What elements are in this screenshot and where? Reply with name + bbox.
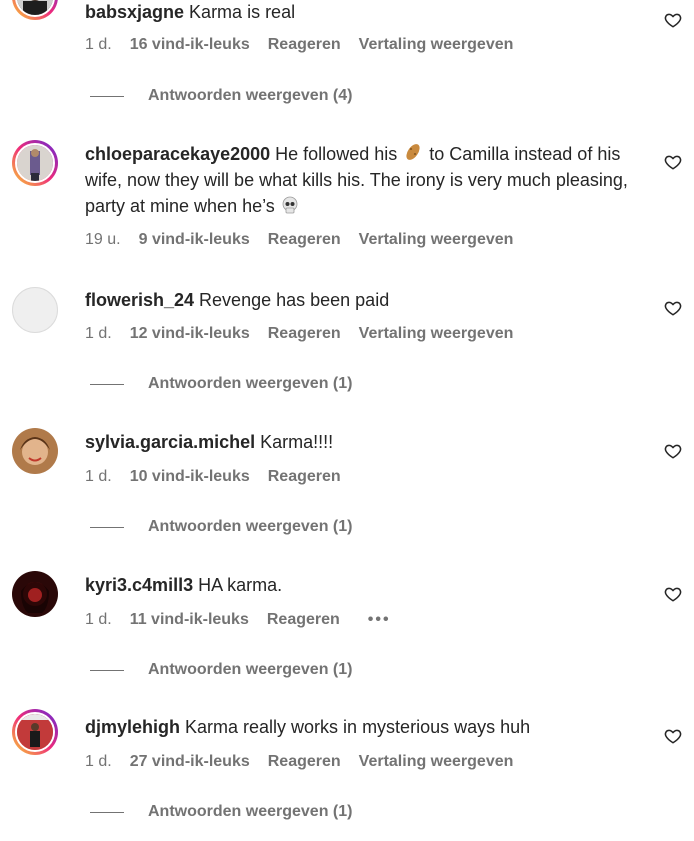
reply-button[interactable]: Reageren: [267, 611, 340, 629]
translate-button[interactable]: Vertaling weergeven: [359, 325, 514, 343]
replies-divider: [90, 811, 124, 813]
comment-time: 1 d.: [85, 611, 112, 628]
view-replies-label: Antwoorden weergeven (1): [148, 803, 353, 820]
avatar-photo: [17, 145, 53, 181]
comment-text: djmylehigh Karma really works in mysteri…: [85, 714, 645, 740]
avatar-photo: [12, 428, 58, 474]
avatar[interactable]: [12, 709, 58, 755]
avatar[interactable]: [12, 140, 58, 186]
likes-count[interactable]: 9 vind-ik-leuks: [139, 231, 250, 249]
comment-username[interactable]: flowerish_24: [85, 290, 194, 310]
comment-meta: 1 d. 10 vind-ik-leuks Reageren: [85, 468, 359, 486]
view-replies-label: Antwoorden weergeven (1): [148, 375, 353, 392]
avatar[interactable]: [12, 287, 58, 333]
likes-count[interactable]: 27 vind-ik-leuks: [130, 753, 250, 771]
reply-button[interactable]: Reageren: [268, 468, 341, 486]
comment-meta: 1 d. 27 vind-ik-leuks Reageren Vertaling…: [85, 753, 531, 771]
view-replies-button[interactable]: Antwoorden weergeven (1): [90, 803, 352, 821]
comment-body: Karma!!!!: [255, 432, 334, 452]
view-replies-button[interactable]: Antwoorden weergeven (1): [90, 375, 352, 393]
heart-outline-icon[interactable]: [664, 442, 682, 460]
comment-body: Revenge has been paid: [194, 290, 390, 310]
heart-outline-icon[interactable]: [664, 11, 682, 29]
comment-text: kyri3.c4mill3 HA karma.: [85, 572, 645, 598]
likes-count[interactable]: 11 vind-ik-leuks: [130, 611, 249, 629]
view-replies-label: Antwoorden weergeven (1): [148, 518, 353, 535]
replies-divider: [90, 95, 124, 97]
avatar[interactable]: [12, 571, 58, 617]
avatar-photo: [12, 571, 58, 617]
comment-text: flowerish_24 Revenge has been paid: [85, 287, 645, 313]
comment-text: babsxjagne Karma is real: [85, 0, 645, 25]
likes-count[interactable]: 16 vind-ik-leuks: [130, 36, 250, 54]
replies-divider: [90, 383, 124, 385]
comment-text: chloeparacekaye2000 He followed his to C…: [85, 141, 645, 219]
view-replies-label: Antwoorden weergeven (1): [148, 661, 353, 678]
comment-text: sylvia.garcia.michel Karma!!!!: [85, 429, 645, 455]
likes-count[interactable]: 10 vind-ik-leuks: [130, 468, 250, 486]
comment-body-part1: He followed his: [270, 144, 403, 164]
comment-time: 1 d.: [85, 325, 112, 342]
comment-body: Karma really works in mysterious ways hu…: [180, 717, 531, 737]
heart-outline-icon[interactable]: [664, 299, 682, 317]
reply-button[interactable]: Reageren: [268, 325, 341, 343]
replies-divider: [90, 669, 124, 671]
likes-count[interactable]: 12 vind-ik-leuks: [130, 325, 250, 343]
comment-body: Karma is real: [184, 2, 296, 22]
avatar[interactable]: [12, 428, 58, 474]
comment-username[interactable]: sylvia.garcia.michel: [85, 432, 255, 452]
comment-username[interactable]: babsxjagne: [85, 2, 184, 22]
comment-meta: 1 d. 11 vind-ik-leuks Reageren •••: [85, 611, 409, 629]
comment-username[interactable]: djmylehigh: [85, 717, 180, 737]
comment-time: 1 d.: [85, 36, 112, 53]
view-replies-button[interactable]: Antwoorden weergeven (1): [90, 518, 352, 536]
avatar-photo: [17, 714, 53, 750]
peanut-emoji: [406, 144, 420, 160]
more-options-icon[interactable]: •••: [368, 611, 391, 629]
translate-button[interactable]: Vertaling weergeven: [359, 753, 514, 771]
comment-time: 1 d.: [85, 753, 112, 770]
comment-meta: 19 u. 9 vind-ik-leuks Reageren Vertaling…: [85, 231, 531, 249]
comment-time: 1 d.: [85, 468, 112, 485]
comment-username[interactable]: kyri3.c4mill3: [85, 575, 193, 595]
comment-meta: 1 d. 16 vind-ik-leuks Reageren Vertaling…: [85, 36, 531, 54]
translate-button[interactable]: Vertaling weergeven: [359, 36, 514, 54]
heart-outline-icon[interactable]: [664, 727, 682, 745]
view-replies-button[interactable]: Antwoorden weergeven (1): [90, 661, 352, 679]
translate-button[interactable]: Vertaling weergeven: [359, 231, 514, 249]
heart-outline-icon[interactable]: [664, 153, 682, 171]
comment-body: HA karma.: [193, 575, 283, 595]
view-replies-label: Antwoorden weergeven (4): [148, 87, 353, 104]
comment-meta: 1 d. 12 vind-ik-leuks Reageren Vertaling…: [85, 325, 531, 343]
avatar-photo: [17, 0, 53, 15]
skull-emoji: [282, 196, 298, 214]
comment-username[interactable]: chloeparacekaye2000: [85, 144, 270, 164]
reply-button[interactable]: Reageren: [268, 753, 341, 771]
avatar[interactable]: [12, 0, 58, 20]
view-replies-button[interactable]: Antwoorden weergeven (4): [90, 87, 352, 105]
replies-divider: [90, 526, 124, 528]
heart-outline-icon[interactable]: [664, 585, 682, 603]
comment-time: 19 u.: [85, 231, 121, 248]
reply-button[interactable]: Reageren: [268, 36, 341, 54]
reply-button[interactable]: Reageren: [268, 231, 341, 249]
